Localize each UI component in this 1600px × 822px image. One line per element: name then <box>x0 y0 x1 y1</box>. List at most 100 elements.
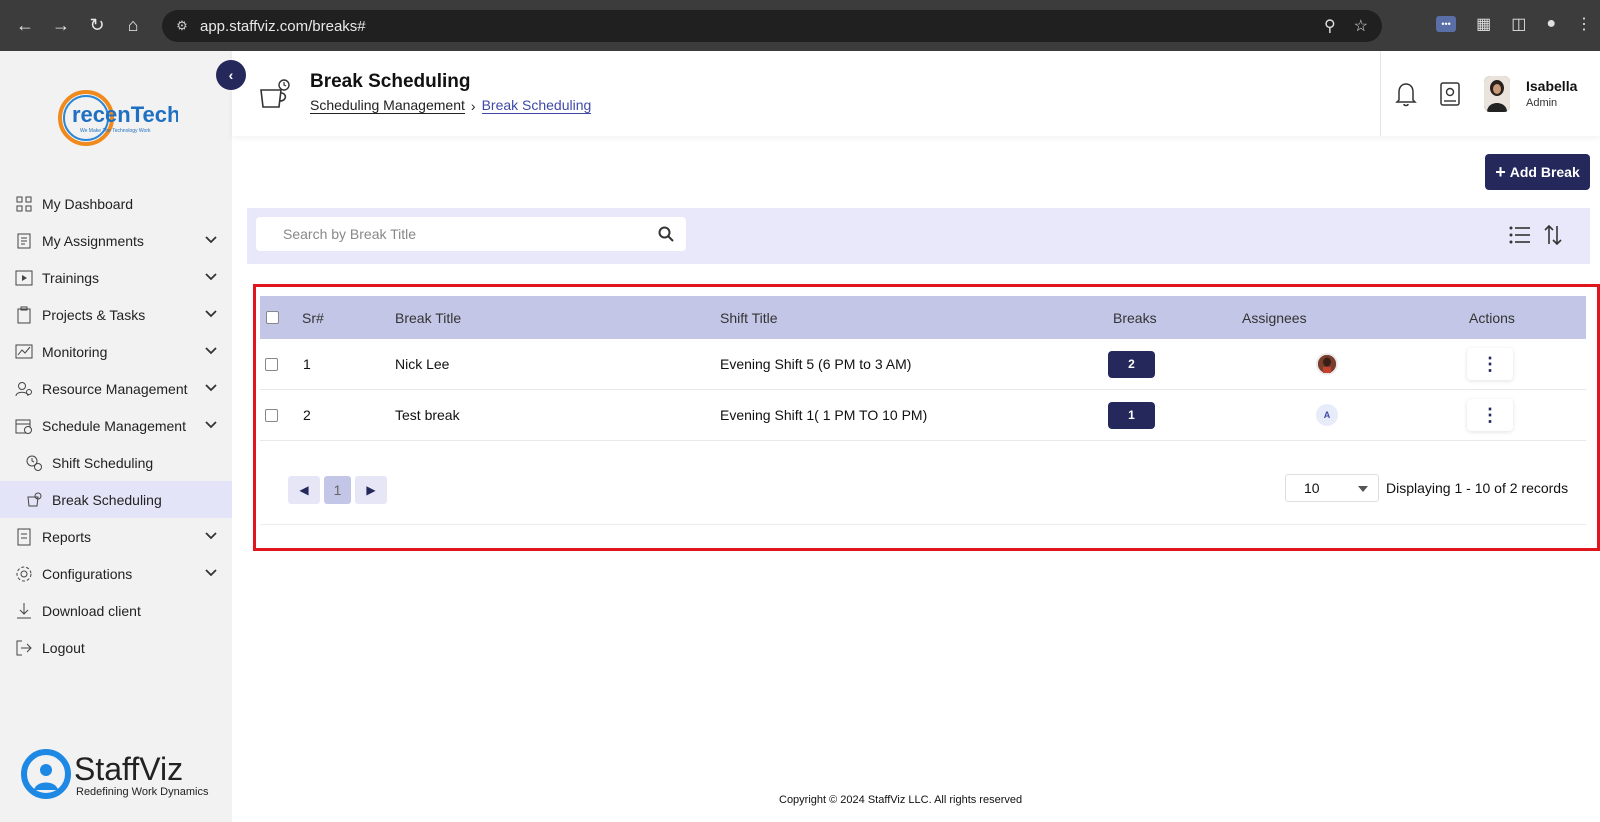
svg-text:We Make The Technology Work: We Make The Technology Work <box>80 128 151 134</box>
chevron-down-icon[interactable] <box>204 233 218 247</box>
dashboard-icon <box>14 194 34 214</box>
page-header: Break Scheduling Scheduling Management ›… <box>232 51 1600 136</box>
row-checkbox[interactable] <box>265 408 278 422</box>
chevron-down-icon[interactable] <box>204 418 218 432</box>
column-header-assignees[interactable]: Assignees <box>1242 310 1307 326</box>
records-info: Displaying 1 - 10 of 2 records <box>1386 480 1569 496</box>
header-divider <box>1380 51 1381 136</box>
sidebar-collapse-button[interactable]: ‹ <box>216 60 246 90</box>
add-break-button[interactable]: + Add Break <box>1485 154 1590 190</box>
dropdown-arrow-icon <box>1358 486 1368 492</box>
next-page-button[interactable]: ▶ <box>355 476 387 504</box>
search-icon[interactable] <box>658 226 674 242</box>
sidebar-item-shift-scheduling[interactable]: Shift Scheduling <box>0 444 232 481</box>
row-break-title[interactable]: Nick Lee <box>395 356 449 372</box>
breadcrumb: Scheduling Management › Break Scheduling <box>310 97 592 114</box>
sidebar-item-reports[interactable]: Reports <box>0 518 232 555</box>
svg-text:recenTech: recenTech <box>72 102 178 127</box>
assignee-avatar-letter[interactable]: A <box>1316 404 1338 426</box>
break-scheduling-icon <box>24 490 44 510</box>
search-input[interactable] <box>256 217 626 251</box>
chevron-down-icon[interactable] <box>204 270 218 284</box>
row-break-title[interactable]: Test break <box>395 407 460 423</box>
sidebar-item-label: Download client <box>42 602 141 619</box>
page-number-current[interactable]: 1 <box>324 476 351 504</box>
break-coffee-icon <box>260 79 290 108</box>
row-checkbox[interactable] <box>265 357 278 371</box>
prev-page-button[interactable]: ◀ <box>288 476 320 504</box>
column-header-sr[interactable]: Sr# <box>302 310 324 326</box>
sidebar-item-schedule-management[interactable]: Schedule Management <box>0 407 232 444</box>
profile-icon[interactable]: ● <box>1546 15 1556 33</box>
bell-icon[interactable] <box>1394 81 1418 107</box>
column-header-break-title[interactable]: Break Title <box>395 310 461 326</box>
manual-book-icon[interactable] <box>1438 81 1462 107</box>
column-header-actions: Actions <box>1469 309 1515 326</box>
sidebar-item-resource-management[interactable]: Resource Management <box>0 370 232 407</box>
row-actions-kebab-icon[interactable]: ⋮ <box>1467 348 1513 380</box>
column-header-breaks[interactable]: Breaks <box>1113 310 1157 326</box>
zoom-icon[interactable]: ⚲ <box>1324 16 1336 36</box>
sidebar-item-logout[interactable]: Logout <box>0 629 232 666</box>
configurations-icon <box>14 564 34 584</box>
bookmark-star-icon[interactable]: ☆ <box>1354 16 1368 36</box>
url-text[interactable]: app.staffviz.com/breaks# <box>200 18 366 35</box>
extension-icon[interactable]: ••• <box>1436 16 1457 32</box>
assignments-icon <box>14 231 34 251</box>
sidebar-item-label: Shift Scheduling <box>52 454 154 471</box>
home-icon[interactable]: ⌂ <box>122 15 144 37</box>
sidebar-item-label: Resource Management <box>42 380 188 397</box>
page-size-select[interactable]: 10 <box>1285 474 1379 502</box>
chevron-down-icon[interactable] <box>204 529 218 543</box>
sidebar-item-trainings[interactable]: Trainings <box>0 259 232 296</box>
sidebar-item-label: Break Scheduling <box>52 491 162 508</box>
sidebar-item-label: Trainings <box>42 269 100 286</box>
sidebar-item-configurations[interactable]: Configurations <box>0 555 232 592</box>
breadcrumb-separator-icon: › <box>470 97 476 114</box>
breadcrumb-scheduling-management[interactable]: Scheduling Management <box>310 97 465 114</box>
select-all-checkbox[interactable] <box>266 311 279 324</box>
table-footer-divider <box>260 524 1586 525</box>
breadcrumb-break-scheduling[interactable]: Break Scheduling <box>481 97 592 114</box>
reload-icon[interactable]: ↻ <box>86 15 108 37</box>
browser-menu-icon[interactable]: ⋮ <box>1576 14 1592 34</box>
monitoring-icon <box>14 342 34 362</box>
forward-icon[interactable]: → <box>50 15 72 37</box>
download-icon <box>14 601 34 621</box>
column-header-shift-title[interactable]: Shift Title <box>720 310 778 326</box>
pagination: ◀ 1 ▶ <box>288 476 387 504</box>
recentech-logo: recenTech We Make The Technology Work <box>58 90 178 146</box>
highlighted-table-frame: Sr# Break Title Shift Title Breaks Assig… <box>253 284 1600 551</box>
chevron-down-icon[interactable] <box>204 307 218 321</box>
chevron-down-icon[interactable] <box>204 566 218 580</box>
sidebar-item-break-scheduling[interactable]: Break Scheduling <box>0 481 232 518</box>
address-bar[interactable]: ⚙ app.staffviz.com/breaks# ⚲ ☆ <box>162 10 1382 42</box>
back-icon[interactable]: ← <box>14 15 36 37</box>
sidebar-item-my-dashboard[interactable]: My Dashboard <box>0 185 232 222</box>
side-panel-icon[interactable]: ◫ <box>1511 14 1526 34</box>
extensions-puzzle-icon[interactable]: ▦ <box>1476 14 1491 34</box>
calendar-icon <box>14 416 34 436</box>
user-avatar[interactable] <box>1484 76 1510 112</box>
user-name[interactable]: Isabella <box>1526 78 1577 94</box>
list-view-icon[interactable] <box>1509 225 1531 245</box>
sidebar-item-projects-tasks[interactable]: Projects & Tasks <box>0 296 232 333</box>
breaks-count-badge[interactable]: 1 <box>1108 401 1155 429</box>
sidebar-item-my-assignments[interactable]: My Assignments <box>0 222 232 259</box>
svg-text:StaffViz: StaffViz <box>74 751 183 787</box>
row-shift-title: Evening Shift 5 (6 PM to 3 AM) <box>720 356 912 372</box>
sidebar-item-monitoring[interactable]: Monitoring <box>0 333 232 370</box>
breaks-count-badge[interactable]: 2 <box>1108 350 1155 378</box>
chevron-down-icon[interactable] <box>204 381 218 395</box>
svg-text:Redefining Work Dynamics: Redefining Work Dynamics <box>76 786 209 798</box>
row-actions-kebab-icon[interactable]: ⋮ <box>1467 399 1513 431</box>
chevron-down-icon[interactable] <box>204 344 218 358</box>
page-title: Break Scheduling <box>310 71 471 92</box>
assignee-avatar[interactable] <box>1316 353 1338 375</box>
sidebar-item-download-client[interactable]: Download client <box>0 592 232 629</box>
sort-icon[interactable] <box>1544 224 1562 246</box>
sidebar: recenTech We Make The Technology Work My… <box>0 51 232 822</box>
site-settings-icon[interactable]: ⚙ <box>172 16 192 36</box>
search-box <box>256 217 686 251</box>
row-sr: 2 <box>303 407 311 423</box>
